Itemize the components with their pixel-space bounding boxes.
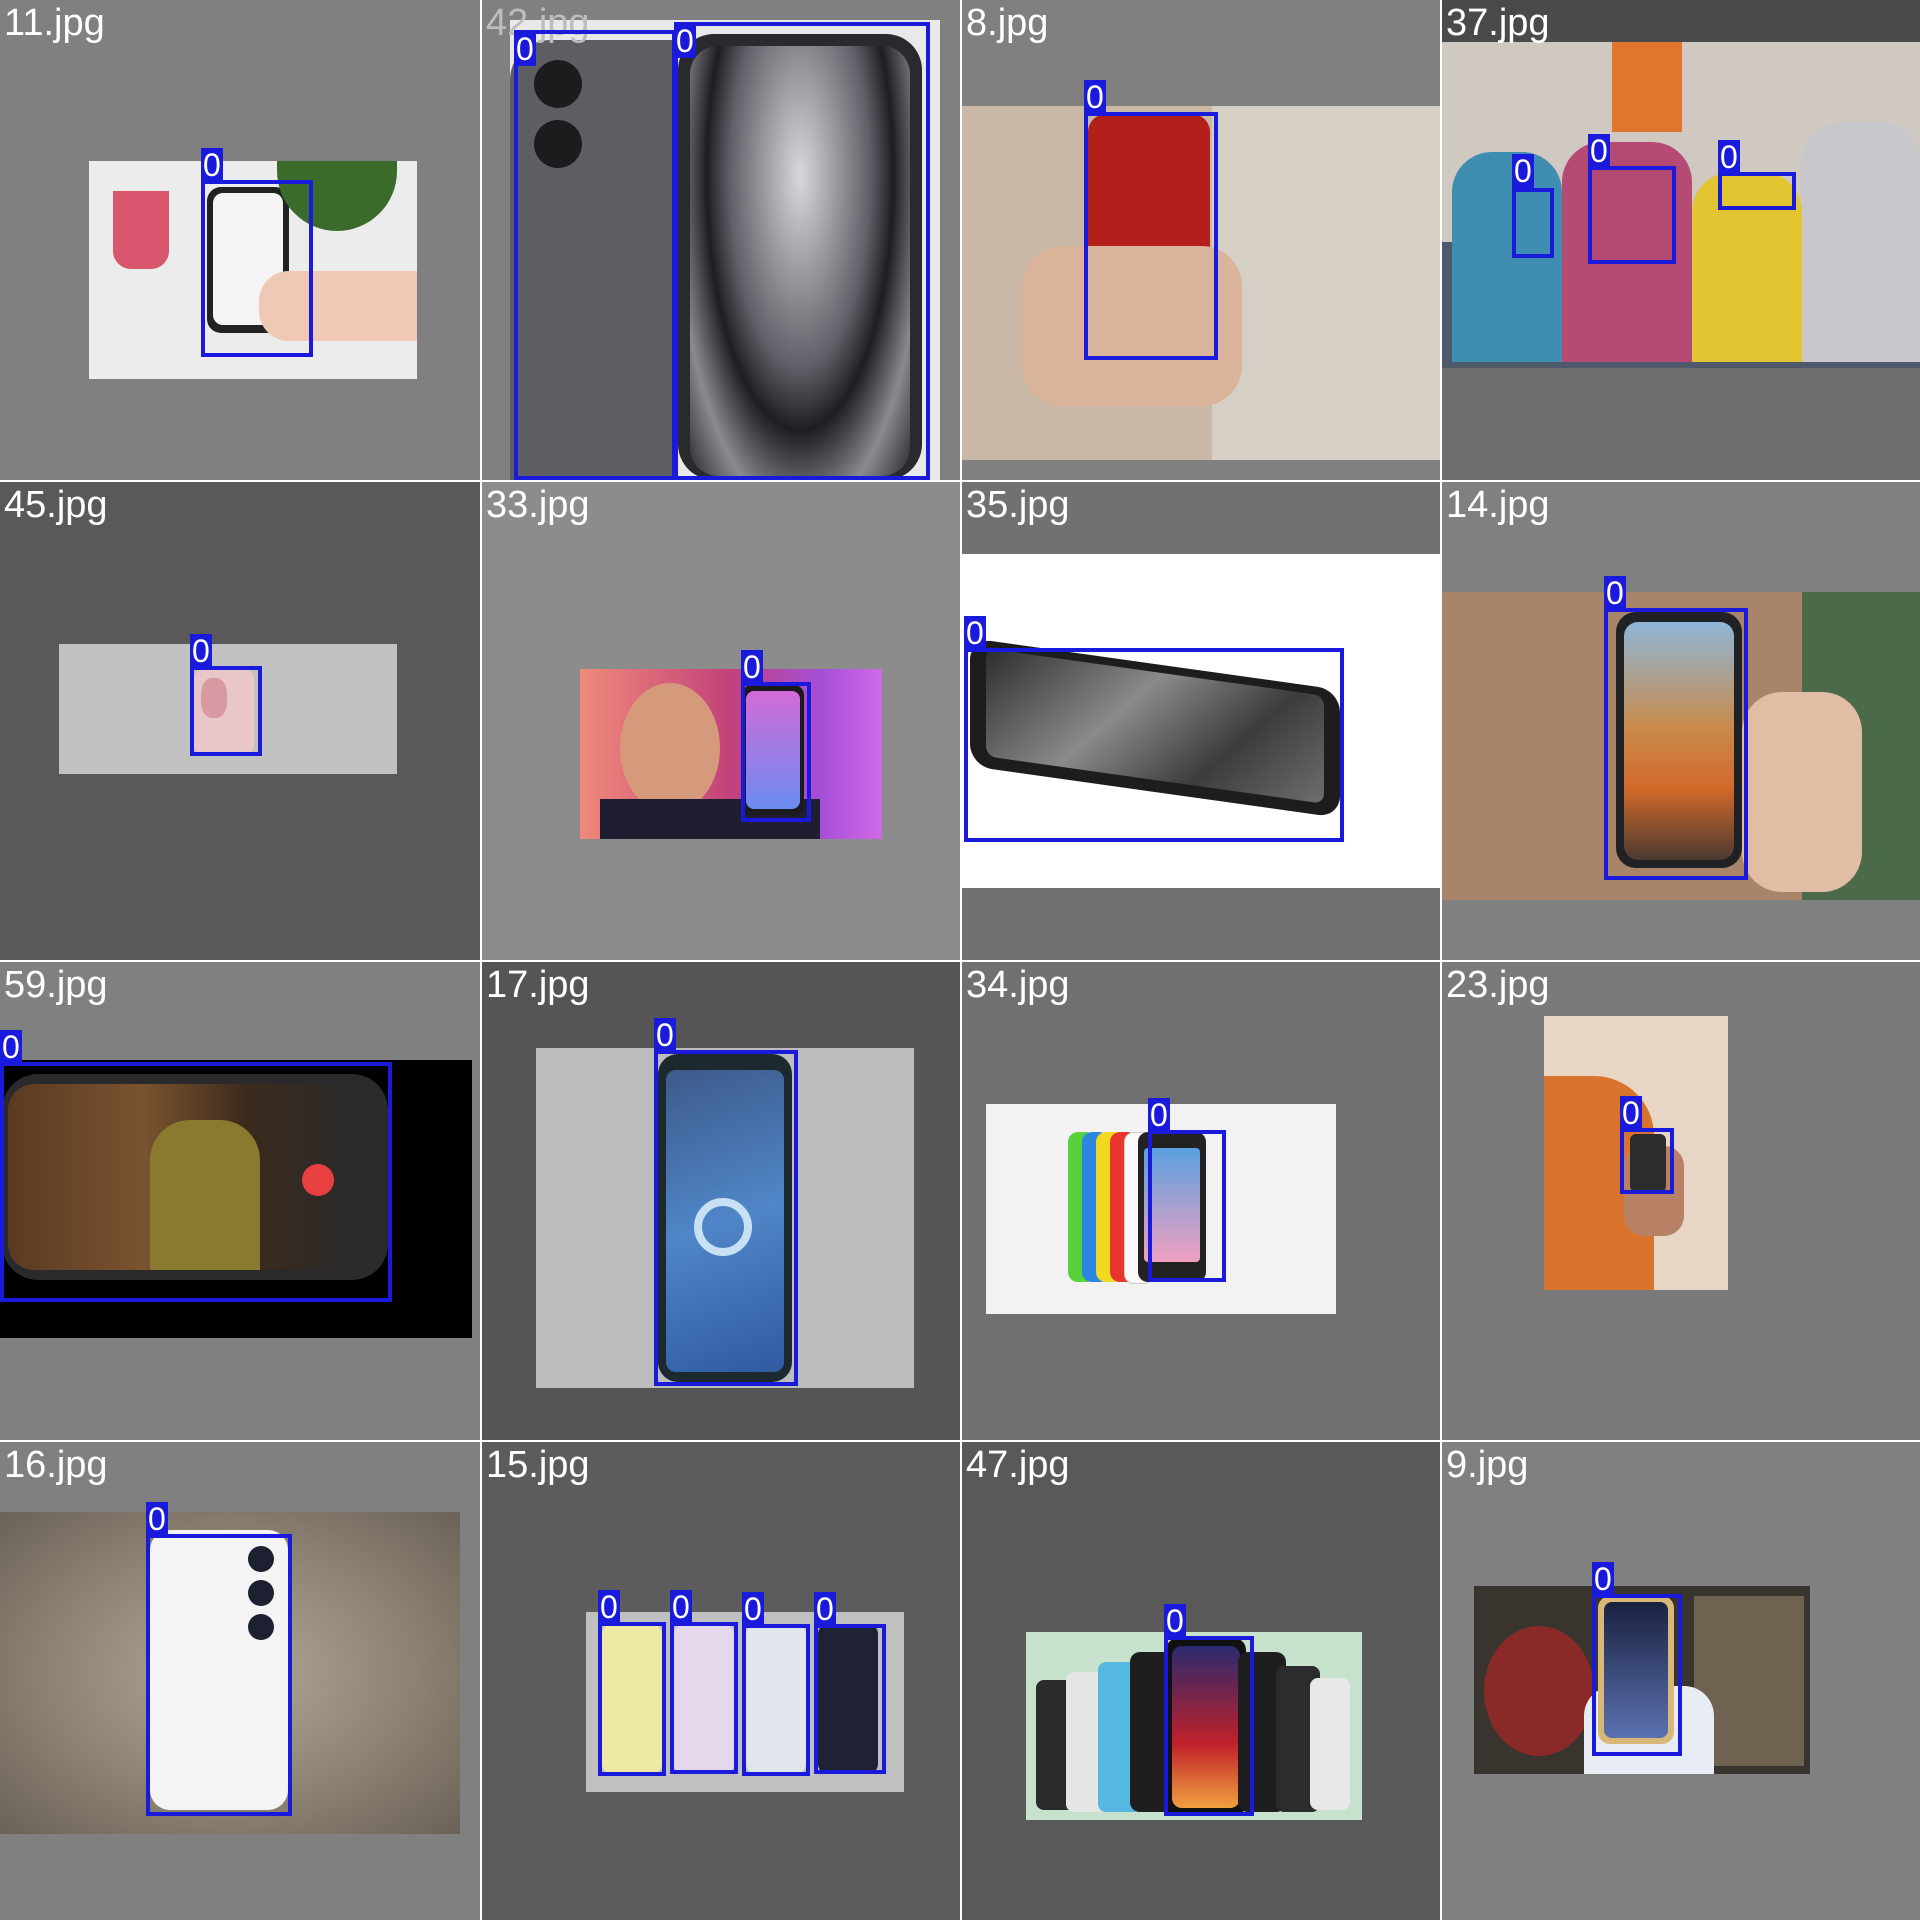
bounding-box: [742, 1624, 810, 1776]
bounding-box: [1148, 1130, 1226, 1282]
tile-42: 42.jpg 0 0: [482, 0, 960, 480]
hand-image: [1742, 692, 1862, 892]
file-name: 45.jpg: [4, 484, 108, 526]
curtain-image: [1612, 42, 1682, 132]
file-name: 35.jpg: [966, 484, 1070, 526]
bounding-box: [741, 682, 811, 822]
tile-37: 37.jpg 0 0 0: [1442, 0, 1920, 480]
bounding-box: [1588, 166, 1676, 264]
class-label: 0: [146, 1501, 168, 1537]
tile-14: 14.jpg 0: [1442, 482, 1920, 960]
file-name: 23.jpg: [1446, 964, 1550, 1006]
tile-33: 33.jpg 0: [482, 482, 960, 960]
glass-image: [113, 191, 169, 269]
class-label: 0: [190, 633, 212, 669]
tile-11: 11.jpg 0: [0, 0, 480, 480]
tile-47: 47.jpg 0: [962, 1442, 1440, 1920]
file-name: 47.jpg: [966, 1444, 1070, 1486]
class-label: 0: [201, 147, 223, 183]
bounding-box: [670, 1622, 738, 1774]
bounding-box: [1084, 112, 1218, 360]
file-name: 11.jpg: [4, 2, 105, 44]
bounding-box: [1164, 1636, 1254, 1816]
tile-34: 34.jpg 0: [962, 962, 1440, 1440]
bounding-box: [654, 1050, 798, 1386]
bounding-box: [964, 648, 1344, 842]
class-label: 0: [1512, 153, 1534, 189]
class-label: 0: [670, 1589, 692, 1625]
photo: [580, 669, 882, 839]
file-name: 33.jpg: [486, 484, 590, 526]
class-label: 0: [1718, 139, 1740, 175]
file-name: 37.jpg: [1446, 2, 1550, 44]
bounding-box: [674, 22, 930, 480]
person-image: [1212, 106, 1440, 460]
class-label: 0: [1620, 1095, 1642, 1131]
bounding-box: [1718, 172, 1796, 210]
file-name: 8.jpg: [966, 2, 1049, 44]
child-image: [1802, 122, 1920, 362]
bounding-box: [1512, 188, 1554, 258]
file-name: 17.jpg: [486, 964, 590, 1006]
class-label: 0: [1592, 1561, 1614, 1597]
bounding-box: [514, 30, 676, 480]
bounding-box: [190, 666, 262, 756]
person-face-image: [620, 683, 720, 813]
tile-45: 45.jpg 0: [0, 482, 480, 960]
file-name: 15.jpg: [486, 1444, 590, 1486]
tile-17: 17.jpg 0: [482, 962, 960, 1440]
class-label: 0: [514, 31, 536, 67]
class-label: 0: [0, 1029, 22, 1065]
file-name: 59.jpg: [4, 964, 108, 1006]
tile-23: 23.jpg 0: [1442, 962, 1920, 1440]
class-label: 0: [1148, 1097, 1170, 1133]
tile-59: 59.jpg 0: [0, 962, 480, 1440]
bounding-box: [1592, 1594, 1682, 1756]
tile-15: 15.jpg 0 0 0 0: [482, 1442, 960, 1920]
tile-9: 9.jpg 0: [1442, 1442, 1920, 1920]
class-label: 0: [1084, 79, 1106, 115]
bounding-box: [598, 1622, 666, 1776]
bounding-box: [1620, 1128, 1674, 1194]
class-label: 0: [741, 649, 763, 685]
bounding-box: [1604, 608, 1748, 880]
rope-image: [1484, 1626, 1594, 1756]
tile-16: 16.jpg 0: [0, 1442, 480, 1920]
bounding-box: [814, 1624, 886, 1774]
tile-35: 35.jpg 0: [962, 482, 1440, 960]
file-name: 34.jpg: [966, 964, 1070, 1006]
class-label: 0: [814, 1591, 836, 1627]
file-name: 14.jpg: [1446, 484, 1550, 526]
class-label: 0: [1588, 133, 1610, 169]
class-label: 0: [1604, 575, 1626, 611]
bounding-box: [201, 180, 313, 357]
class-label: 0: [598, 1589, 620, 1625]
tile-8: 8.jpg 0: [962, 0, 1440, 480]
bounding-box: [0, 1062, 392, 1302]
class-label: 0: [964, 615, 986, 651]
class-label: 0: [674, 23, 696, 59]
file-name: 16.jpg: [4, 1444, 108, 1486]
class-label: 0: [1164, 1603, 1186, 1639]
bounding-box: [146, 1534, 292, 1816]
file-name: 9.jpg: [1446, 1444, 1529, 1486]
phone-image: [1310, 1678, 1350, 1810]
class-label: 0: [742, 1591, 764, 1627]
class-label: 0: [654, 1017, 676, 1053]
